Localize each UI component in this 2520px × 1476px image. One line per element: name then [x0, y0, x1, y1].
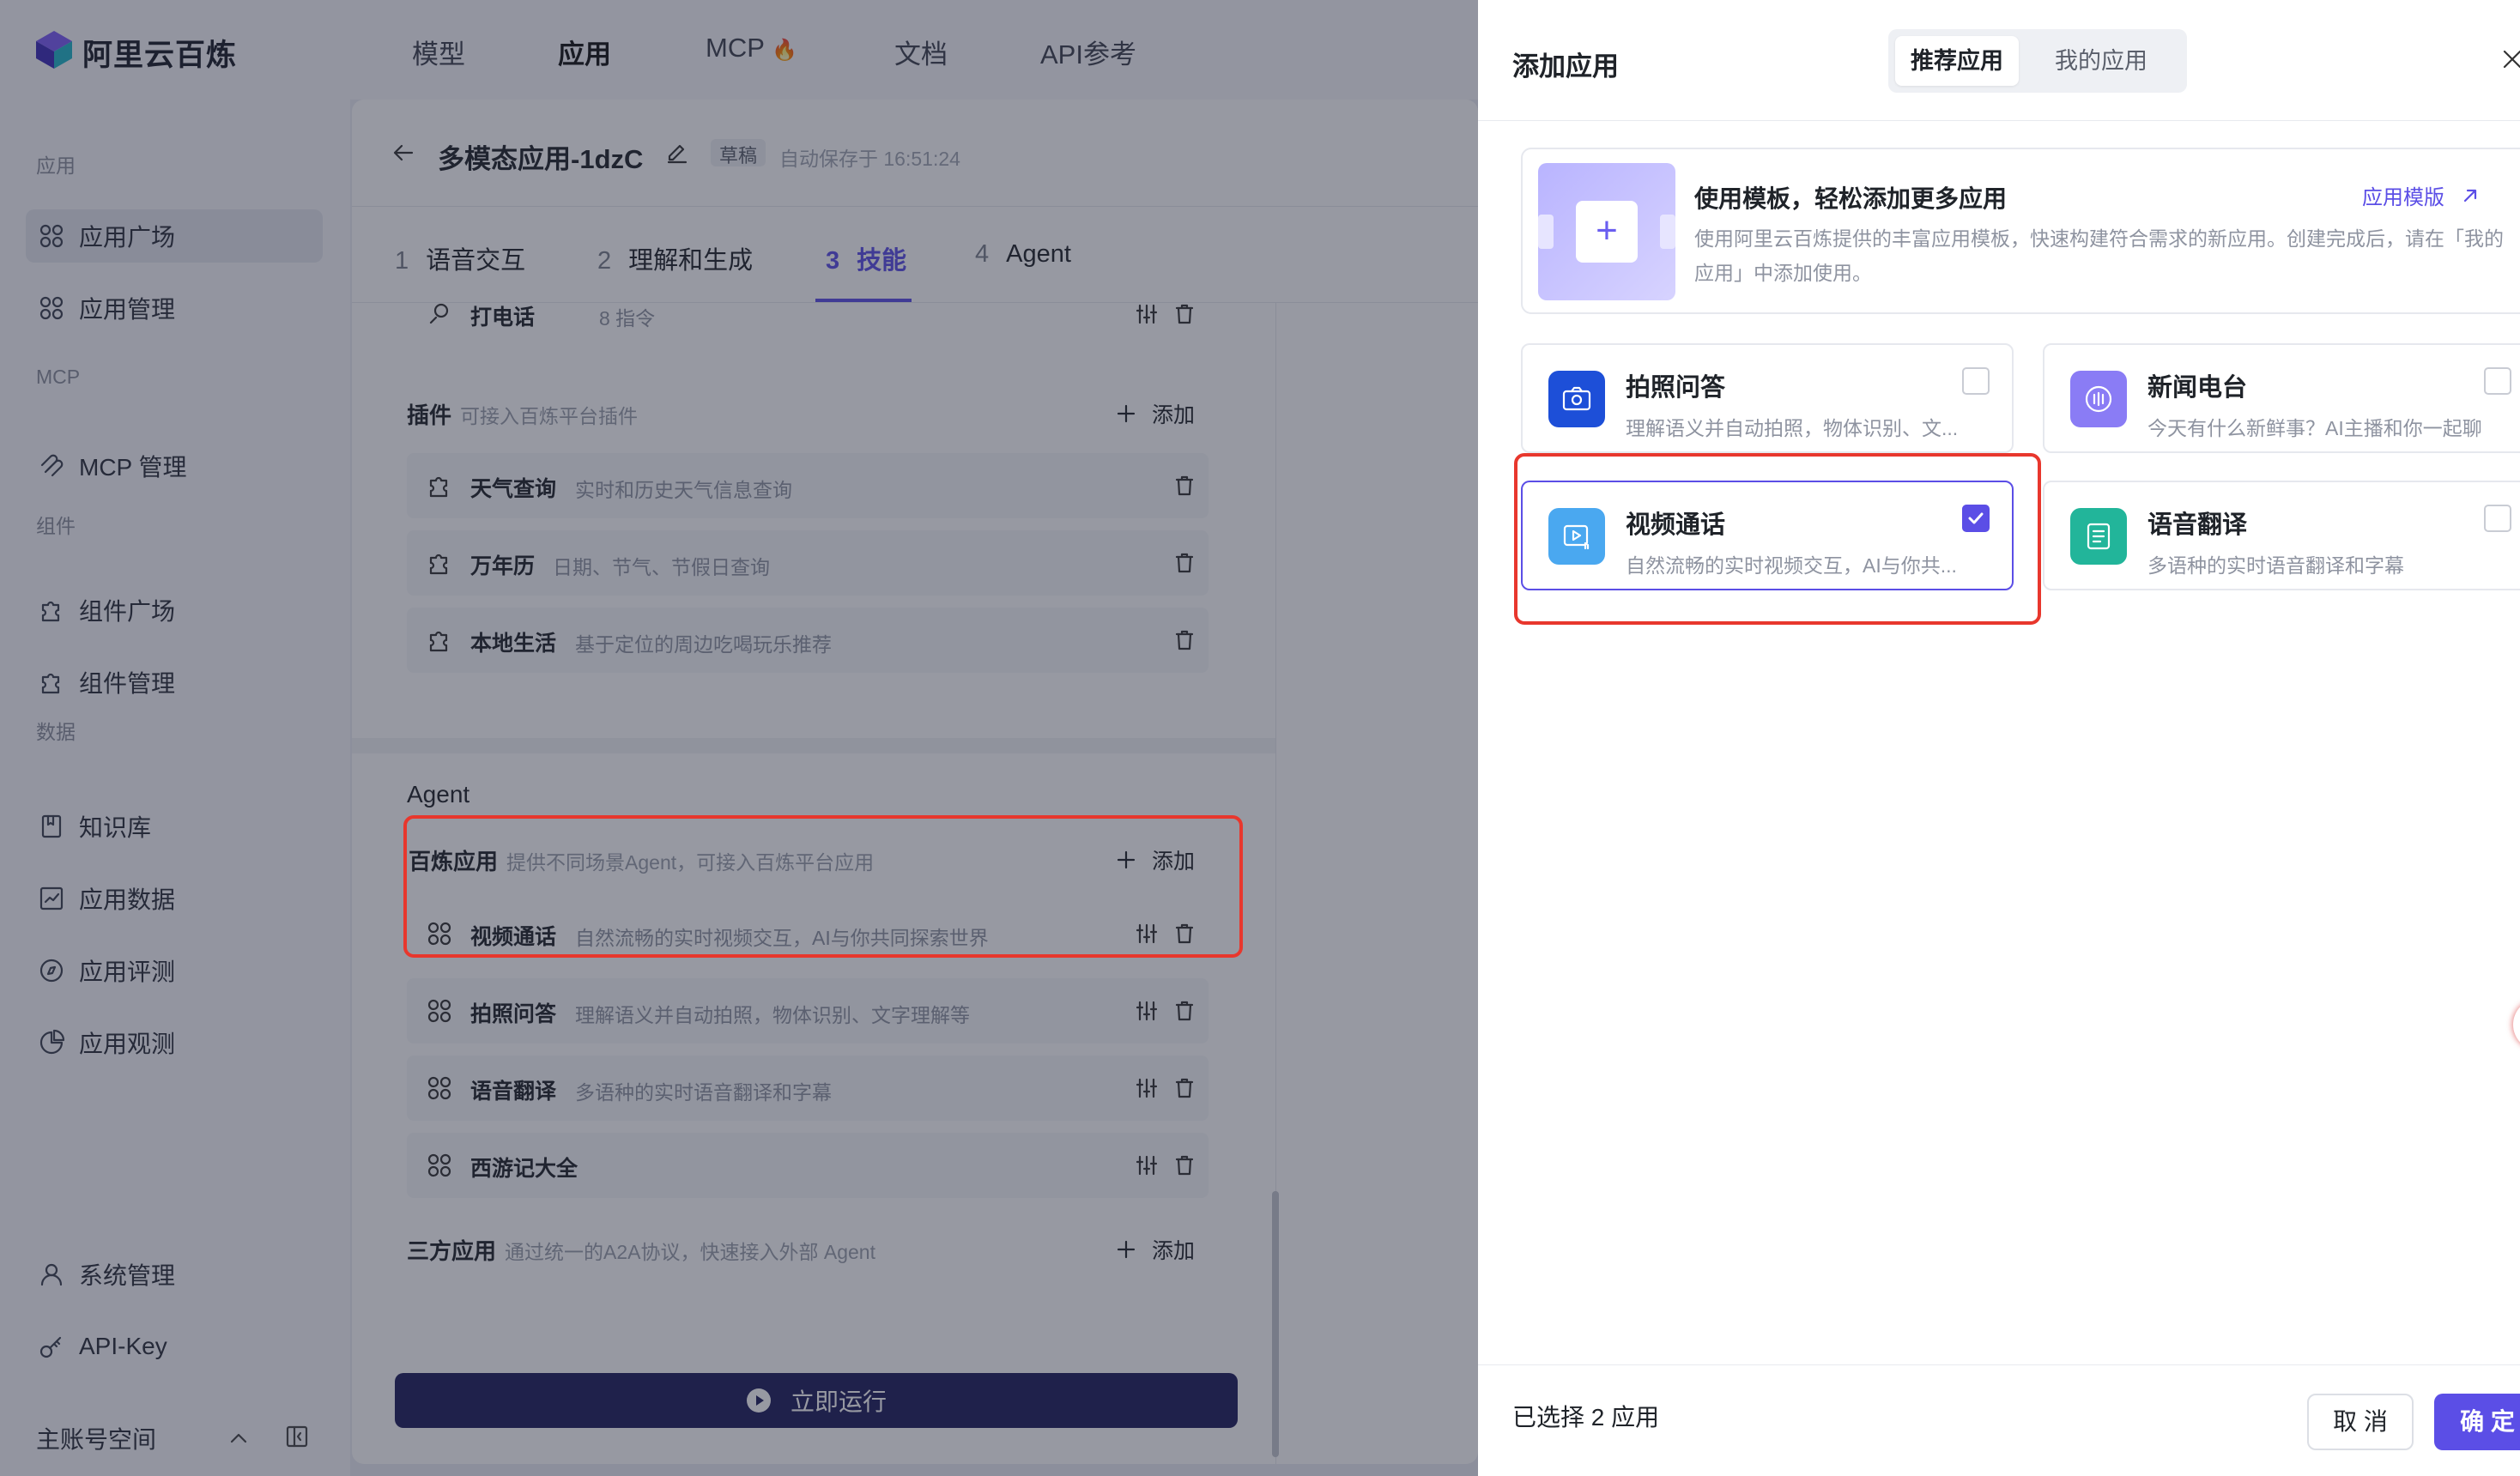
modal-overlay[interactable] [0, 0, 1478, 1476]
external-link-icon [2463, 189, 2477, 202]
cancel-button[interactable]: 取 消 [2307, 1394, 2414, 1450]
translate-icon [2070, 508, 2127, 565]
card-name: 拍照问答 [1626, 374, 1726, 402]
highlight-box [403, 815, 1243, 958]
card-checkbox[interactable] [2484, 367, 2511, 395]
app-card[interactable]: 语音翻译 多语种的实时语音翻译和字幕 [2043, 481, 2520, 590]
template-thumbnail: + [1538, 163, 1675, 300]
divider [1478, 120, 2520, 121]
divider [1478, 1364, 2520, 1365]
card-desc: 多语种的实时语音翻译和字幕 [2147, 554, 2404, 577]
card-checkbox[interactable] [2484, 505, 2511, 532]
plus-icon[interactable]: + [1576, 201, 1638, 263]
card-checkbox[interactable] [1962, 367, 1990, 395]
close-icon[interactable] [2499, 46, 2520, 72]
add-app-drawer: 添加应用 推荐应用 我的应用 + 使用模板，轻松添加更多应用 使用阿里云百炼提供… [1478, 0, 2520, 1476]
drawer-title: 添加应用 [1512, 51, 1619, 82]
tab-group: 推荐应用 我的应用 [1888, 29, 2187, 93]
template-title: 使用模板，轻松添加更多应用 [1694, 185, 2008, 212]
selected-count: 已选择 2 应用 [1512, 1404, 1660, 1431]
tab-recommended[interactable]: 推荐应用 [1895, 36, 2019, 86]
camera-icon [1548, 371, 1605, 427]
template-banner: + 使用模板，轻松添加更多应用 使用阿里云百炼提供的丰富应用模板，快速构建符合需… [1521, 148, 2520, 314]
card-desc: 今天有什么新鲜事？AI主播和你一起聊 [2147, 417, 2482, 439]
card-name: 新闻电台 [2147, 374, 2248, 402]
confirm-button[interactable]: 确 定 [2434, 1394, 2520, 1450]
link-label: 应用模版 [2362, 186, 2444, 209]
floating-helper[interactable] [2513, 999, 2520, 1050]
highlight-box [1514, 453, 2041, 625]
tab-my-apps[interactable]: 我的应用 [2039, 36, 2163, 86]
card-desc: 理解语义并自动拍照，物体识别、文... [1626, 417, 1959, 439]
app-card[interactable]: 拍照问答 理解语义并自动拍照，物体识别、文... [1521, 343, 2014, 453]
card-name: 语音翻译 [2147, 511, 2248, 539]
template-link[interactable]: 应用模版 [2362, 180, 2481, 210]
template-desc: 使用阿里云百炼提供的丰富应用模板，快速构建符合需求的新应用。创建完成后，请在「我… [1694, 227, 2504, 284]
radio-icon [2070, 371, 2127, 427]
app-card[interactable]: 新闻电台 今天有什么新鲜事？AI主播和你一起聊 [2043, 343, 2520, 453]
